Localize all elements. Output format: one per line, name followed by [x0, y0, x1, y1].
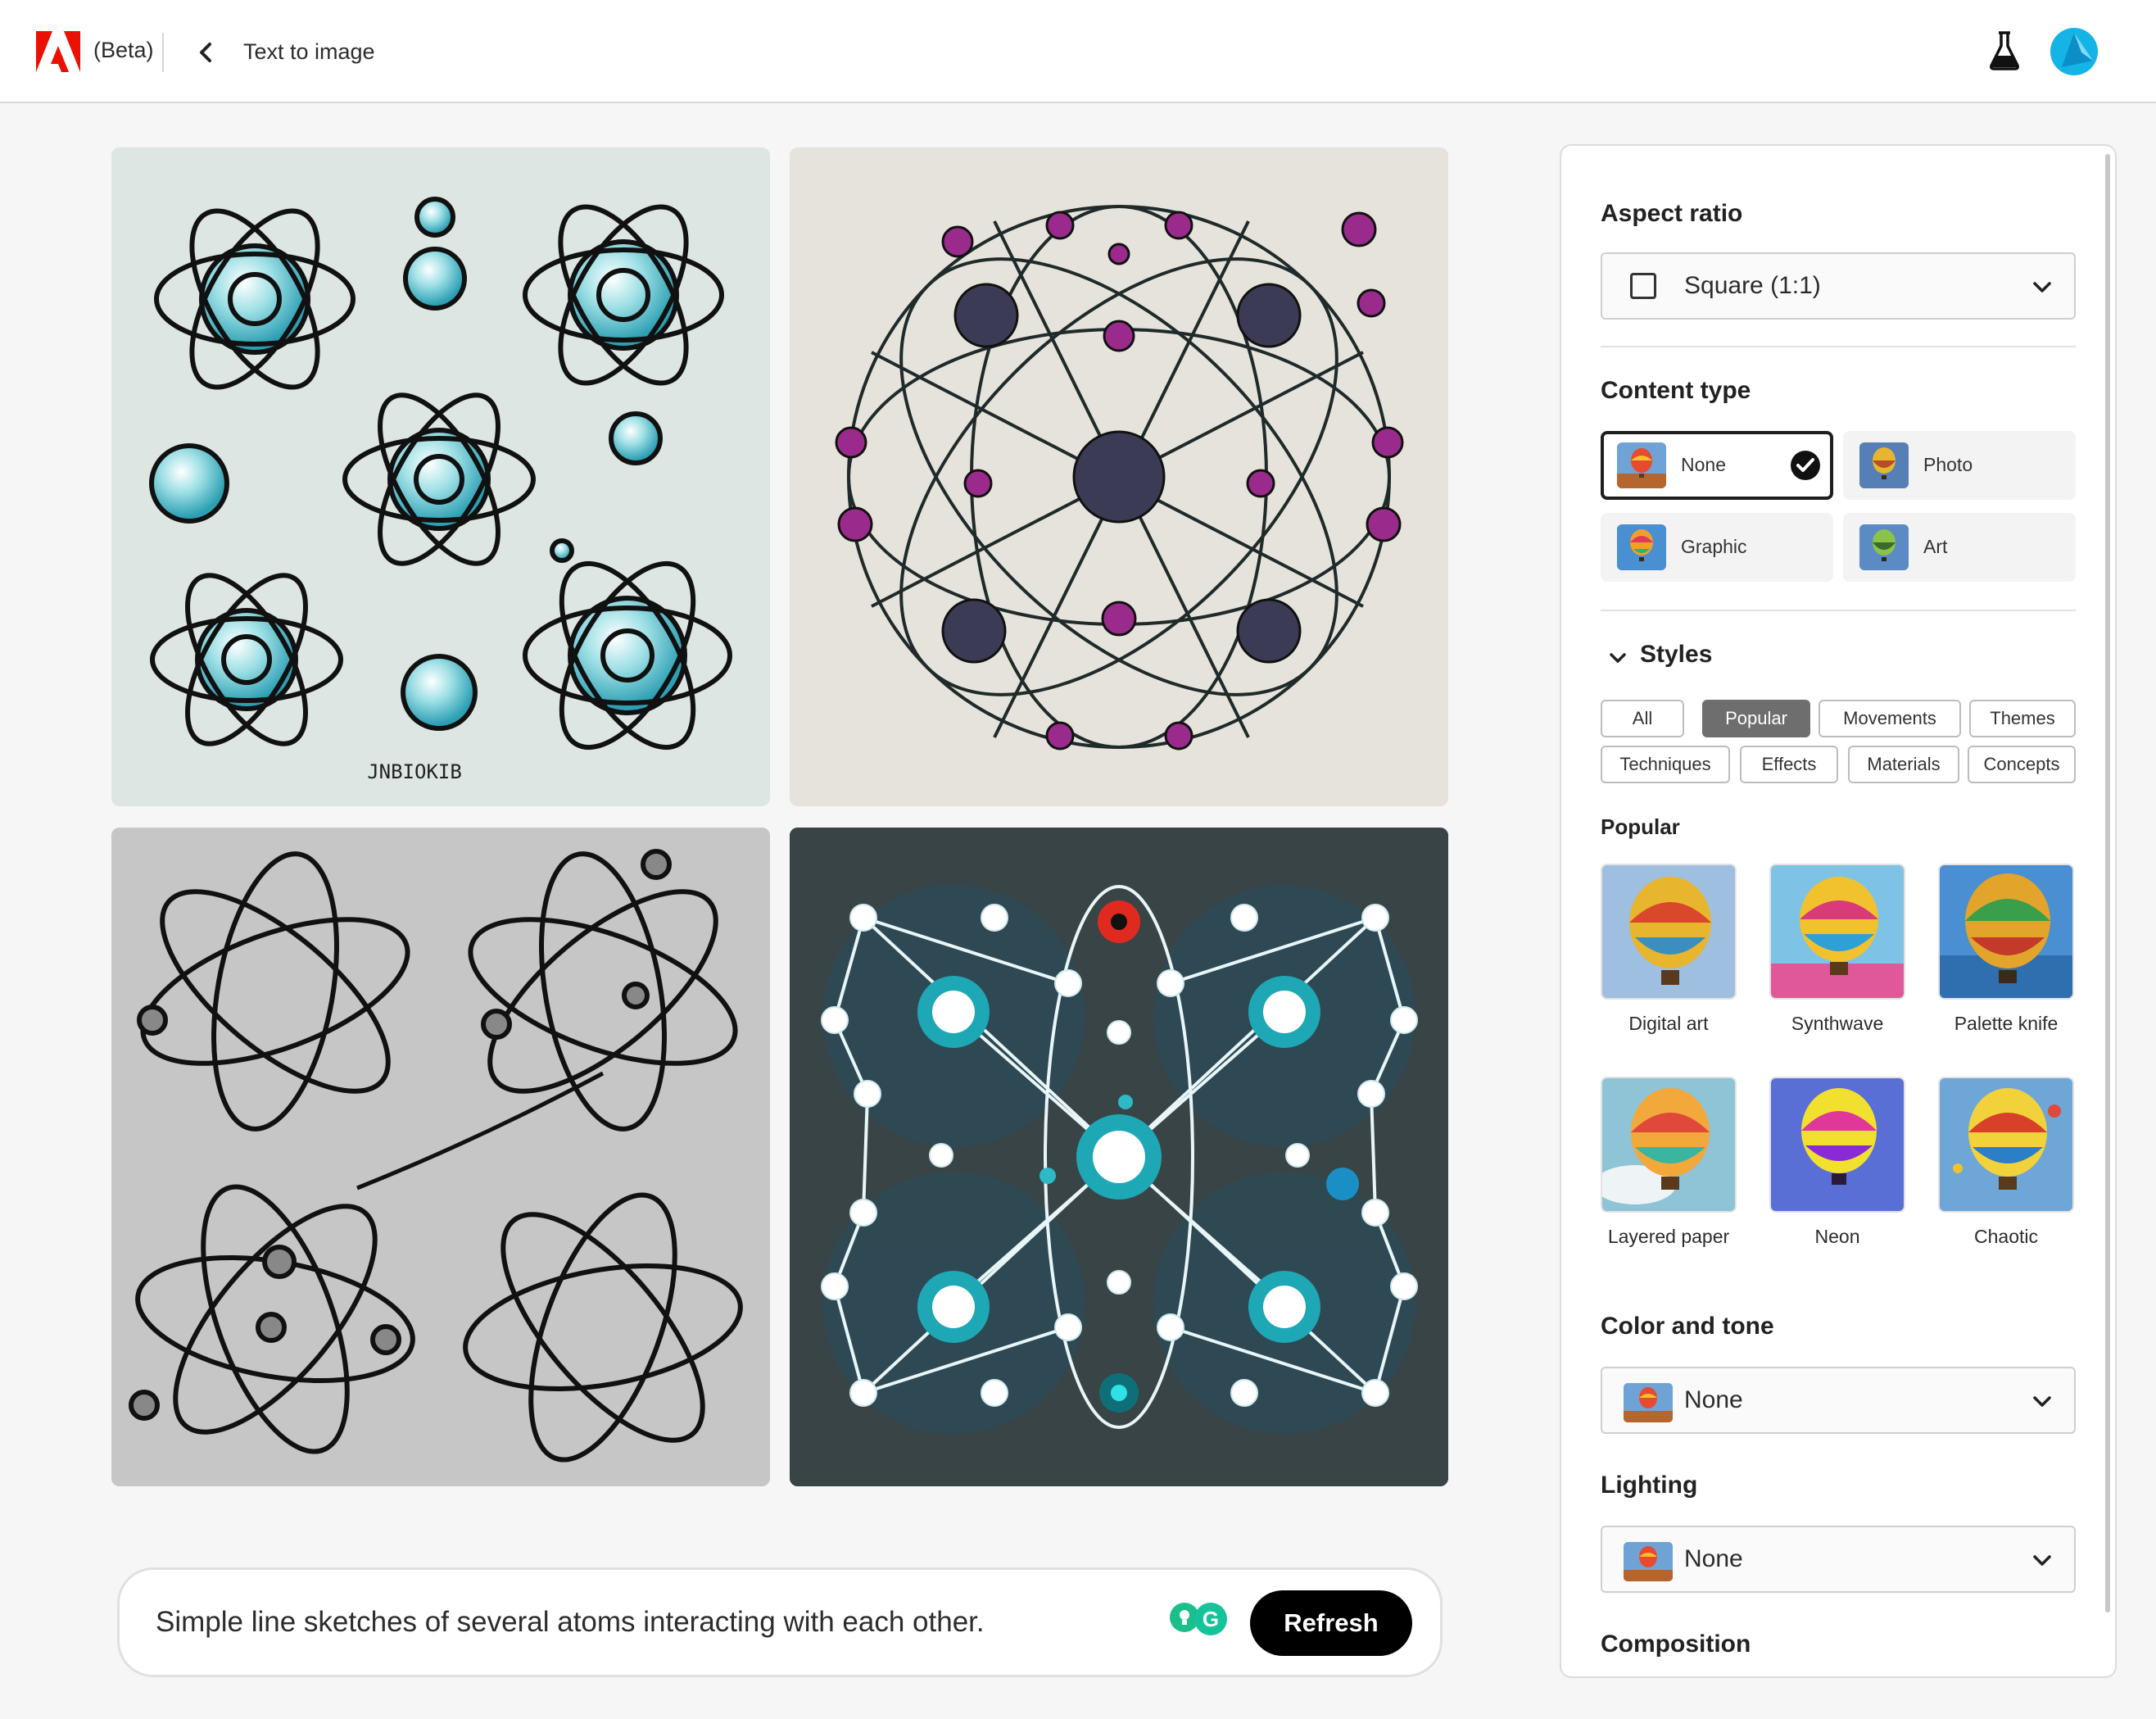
lighting-heading: Lighting — [1601, 1472, 1698, 1499]
style-chaotic-label: Chaotic — [1974, 1226, 2038, 1247]
refresh-button[interactable]: Refresh — [1250, 1590, 1412, 1656]
user-avatar[interactable] — [2050, 28, 2098, 75]
content-type-art[interactable]: Art — [1843, 513, 2076, 582]
popular-heading: Popular — [1601, 814, 1680, 839]
content-type-graphic-label: Graphic — [1681, 536, 1747, 557]
content-type-photo-label: Photo — [1923, 454, 1973, 475]
lighting-value: None — [1684, 1545, 1743, 1572]
style-layered-paper[interactable]: Layered paper — [1601, 1077, 1737, 1248]
chip-popular[interactable]: Popular — [1702, 700, 1810, 737]
balloon-thumb-icon — [1859, 442, 1909, 488]
generated-image-1[interactable]: JNBIOKIB — [111, 147, 770, 806]
styles-heading[interactable]: Styles — [1640, 641, 1712, 669]
back-chevron-icon[interactable] — [193, 36, 218, 69]
beta-label: (Beta) — [93, 38, 154, 62]
composition-heading: Composition — [1601, 1631, 1751, 1658]
content-type-art-label: Art — [1923, 536, 1948, 557]
color-tone-value: None — [1684, 1386, 1743, 1413]
settings-panel: Aspect ratio Square (1:1) Content type N… — [1560, 144, 2117, 1678]
content-type-heading: Content type — [1601, 377, 1751, 404]
style-palette-knife-label: Palette knife — [1954, 1013, 2059, 1034]
adobe-logo[interactable] — [36, 31, 80, 72]
color-tone-dropdown[interactable]: None — [1601, 1367, 2076, 1434]
header-divider — [162, 33, 164, 72]
chip-effects[interactable]: Effects — [1740, 746, 1838, 783]
balloon-thumb-icon — [1859, 524, 1909, 570]
content-type-photo[interactable]: Photo — [1843, 431, 2076, 500]
style-digital-art-label: Digital art — [1628, 1013, 1709, 1034]
lighting-dropdown[interactable]: None — [1601, 1526, 2076, 1593]
tile1-signature: JNBIOKIB — [367, 760, 462, 783]
balloon-thumb-icon — [1617, 524, 1666, 570]
prompt-bar: Simple line sketches of several atoms in… — [117, 1567, 1443, 1677]
style-chaotic[interactable]: Chaotic — [1938, 1077, 2074, 1248]
color-tone-heading: Color and tone — [1601, 1313, 1774, 1340]
grammarly-icon[interactable]: G — [1194, 1603, 1227, 1635]
generated-image-2[interactable] — [790, 147, 1448, 806]
style-synthwave-label: Synthwave — [1791, 1013, 1884, 1034]
chip-movements[interactable]: Movements — [1819, 700, 1961, 737]
style-digital-art[interactable]: Digital art — [1601, 864, 1737, 1035]
content-type-none[interactable]: None — [1601, 431, 1833, 500]
top-bar: (Beta) Text to image — [0, 0, 2156, 103]
chip-all[interactable]: All — [1601, 700, 1684, 737]
section-divider — [1601, 346, 2076, 347]
balloon-thumb-icon — [1624, 1383, 1673, 1422]
style-neon[interactable]: Neon — [1769, 1077, 1905, 1248]
prompt-input[interactable]: Simple line sketches of several atoms in… — [156, 1606, 985, 1639]
generated-image-3[interactable] — [111, 828, 770, 1486]
chip-materials[interactable]: Materials — [1848, 746, 1959, 783]
style-layered-paper-label: Layered paper — [1607, 1226, 1730, 1247]
aspect-ratio-dropdown[interactable]: Square (1:1) — [1601, 252, 2076, 320]
balloon-thumb-icon — [1617, 442, 1666, 488]
page-title: Text to image — [243, 39, 375, 64]
panel-scrollbar[interactable] — [2105, 154, 2110, 1612]
square-icon — [1630, 273, 1656, 299]
content-type-graphic[interactable]: Graphic — [1601, 513, 1833, 582]
chevron-down-icon[interactable] — [1607, 647, 1628, 669]
chip-concepts[interactable]: Concepts — [1968, 746, 2076, 783]
aspect-ratio-value: Square (1:1) — [1684, 272, 1821, 299]
style-palette-knife[interactable]: Palette knife — [1938, 864, 2074, 1035]
aspect-ratio-heading: Aspect ratio — [1601, 200, 1743, 227]
style-synthwave[interactable]: Synthwave — [1769, 864, 1905, 1035]
balloon-thumb-icon — [1624, 1542, 1673, 1581]
generated-image-4[interactable] — [790, 828, 1448, 1486]
checkmark-icon — [1791, 451, 1820, 480]
style-neon-label: Neon — [1814, 1226, 1860, 1247]
section-divider — [1601, 610, 2076, 611]
chevron-down-icon — [2033, 1555, 2051, 1566]
chevron-down-icon — [2033, 1396, 2051, 1407]
flask-icon[interactable] — [1989, 31, 2020, 70]
chip-themes[interactable]: Themes — [1969, 700, 2076, 737]
content-type-none-label: None — [1681, 454, 1726, 475]
chevron-down-icon — [2033, 282, 2051, 293]
chip-techniques[interactable]: Techniques — [1601, 746, 1730, 783]
